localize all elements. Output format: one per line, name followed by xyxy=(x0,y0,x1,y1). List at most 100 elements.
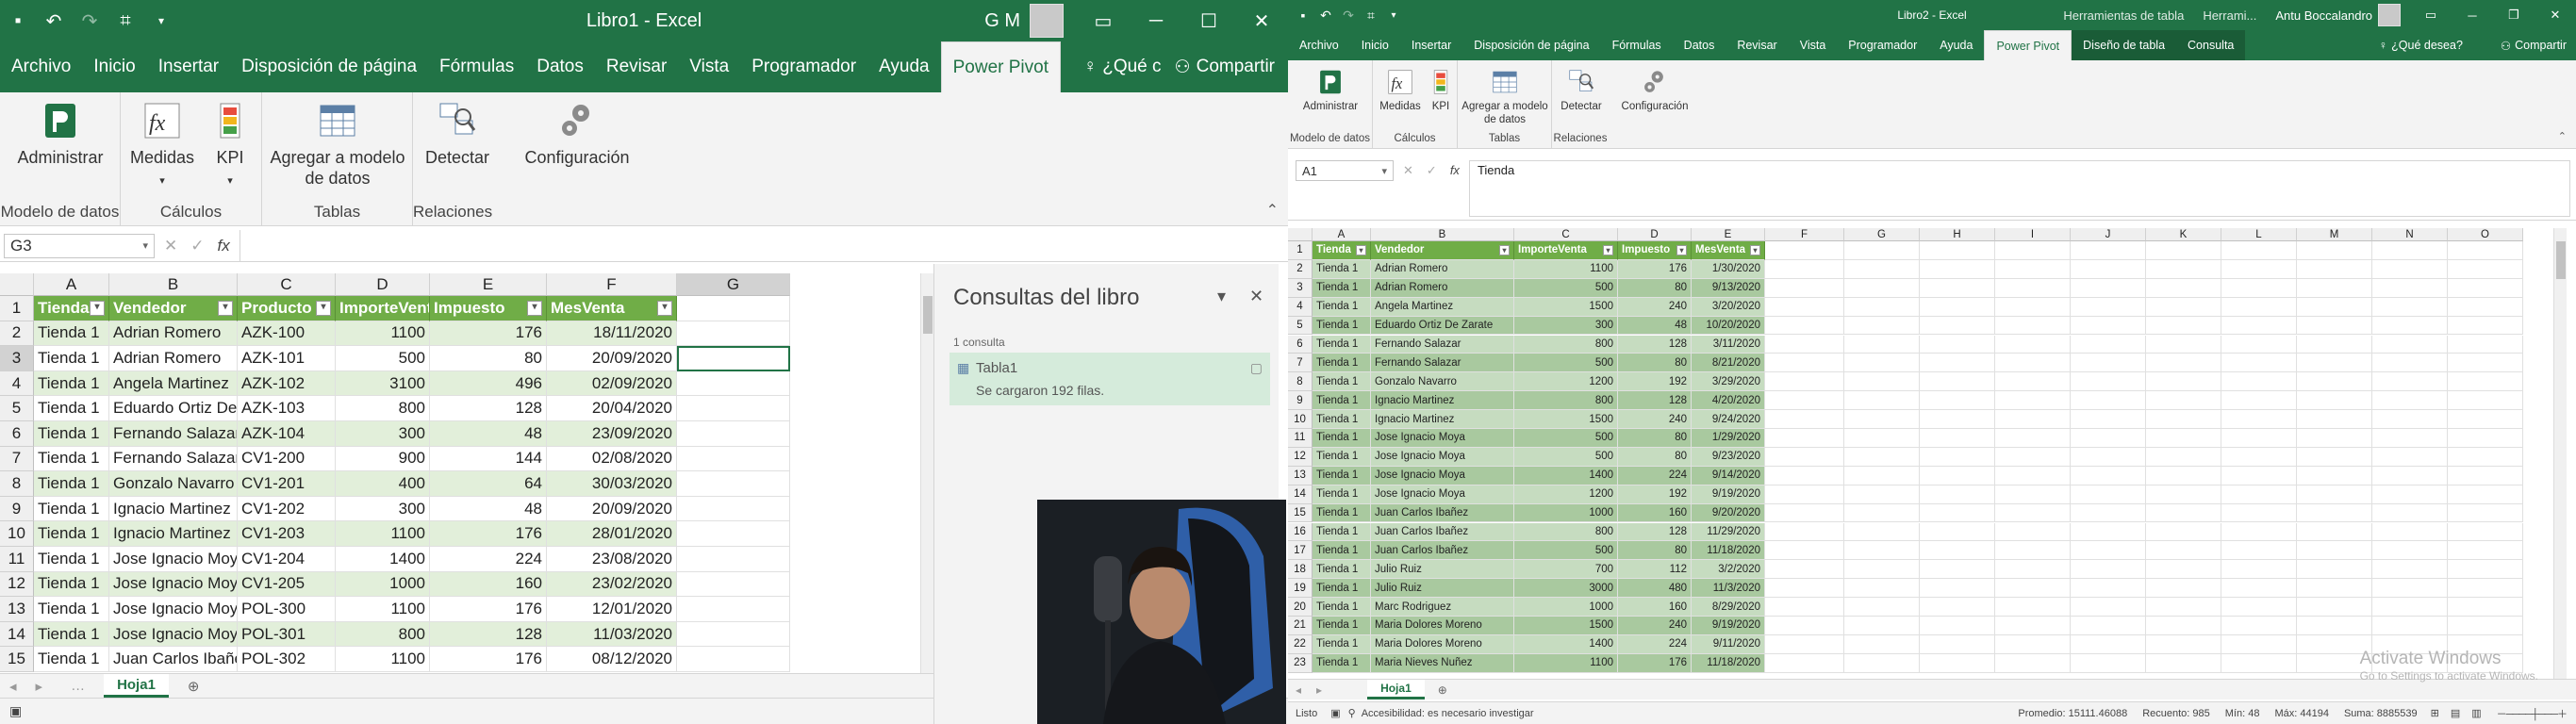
table-cell[interactable] xyxy=(677,647,790,672)
table-cell[interactable] xyxy=(1920,297,1995,317)
table-cell[interactable]: 176 xyxy=(1618,653,1692,673)
table-cell[interactable]: Tienda 1 xyxy=(34,547,109,572)
table-cell[interactable]: 1200 xyxy=(1514,372,1618,392)
table-cell[interactable] xyxy=(2221,598,2297,617)
table-cell[interactable] xyxy=(1920,410,1995,429)
table-cell[interactable] xyxy=(1995,354,2071,373)
table-cell[interactable]: 1100 xyxy=(336,521,430,547)
prev-sheet-icon[interactable]: ◂ xyxy=(0,678,26,695)
table-cell[interactable]: 400 xyxy=(336,471,430,497)
table-cell[interactable] xyxy=(2071,617,2146,635)
table-cell[interactable]: Tienda 1 xyxy=(1313,653,1371,673)
table-cell[interactable]: 1000 xyxy=(336,571,430,598)
table-cell[interactable] xyxy=(1995,617,2071,635)
add-sheet-icon[interactable]: ⊕ xyxy=(1425,683,1461,697)
table-cell[interactable]: Eduardo Ortiz De Zarate xyxy=(1371,316,1514,336)
table-cell[interactable]: Jose Ignacio Moya xyxy=(109,547,238,572)
table-cell[interactable] xyxy=(2146,634,2221,654)
lightbulb-icon[interactable]: ♀ xyxy=(1078,57,1102,77)
table-cell[interactable]: 80 xyxy=(430,346,547,371)
table-cell[interactable]: Angela Martinez xyxy=(1371,297,1514,317)
table-cell[interactable]: AZK-100 xyxy=(238,321,336,347)
table-cell[interactable]: 900 xyxy=(336,446,430,472)
table-cell[interactable] xyxy=(2221,391,2297,411)
table-cell[interactable]: Tienda 1 xyxy=(1313,466,1371,485)
save-icon[interactable]: ▪ xyxy=(1292,8,1314,23)
column-header-c[interactable]: C xyxy=(238,273,336,296)
table-cell[interactable]: 9/24/2020 xyxy=(1692,410,1765,429)
formula-input[interactable] xyxy=(239,230,1288,261)
table-cell[interactable] xyxy=(2448,354,2523,373)
tab-inicio[interactable]: Inicio xyxy=(1350,30,1400,60)
table-cell[interactable]: 80 xyxy=(1618,541,1692,561)
table-cell[interactable] xyxy=(1844,617,1920,635)
table-cell[interactable]: 10/20/2020 xyxy=(1692,316,1765,336)
camera-icon[interactable]: ⌗ xyxy=(107,10,143,32)
table-cell[interactable]: 1500 xyxy=(1514,297,1618,317)
tab-inicio[interactable]: Inicio xyxy=(82,41,146,92)
table-cell[interactable] xyxy=(1920,634,1995,654)
add-sheet-icon[interactable]: ⊕ xyxy=(169,678,219,695)
table-cell[interactable]: 02/09/2020 xyxy=(547,370,677,397)
row-header[interactable]: 13 xyxy=(1288,466,1313,485)
table-cell[interactable] xyxy=(1920,354,1995,373)
column-header-f[interactable]: F xyxy=(547,273,677,296)
enter-icon[interactable]: ✓ xyxy=(1427,163,1437,178)
row-header[interactable]: 5 xyxy=(1288,316,1313,336)
table-cell[interactable]: 1500 xyxy=(1514,617,1618,635)
table-cell[interactable]: CV1-201 xyxy=(238,471,336,497)
table-cell[interactable] xyxy=(1765,466,1844,485)
table-cell[interactable]: 11/03/2020 xyxy=(547,621,677,648)
table-cell[interactable] xyxy=(2071,560,2146,580)
table-cell[interactable] xyxy=(2448,522,2523,542)
table-cell[interactable]: 800 xyxy=(336,621,430,648)
table-cell[interactable] xyxy=(1765,354,1844,373)
table-cell[interactable] xyxy=(2146,335,2221,354)
table-cell[interactable] xyxy=(1995,447,2071,467)
table-cell[interactable]: 3/29/2020 xyxy=(1692,372,1765,392)
table-cell[interactable] xyxy=(2372,372,2448,392)
vertical-scrollbar[interactable] xyxy=(920,273,933,673)
table-cell[interactable] xyxy=(2297,259,2372,279)
table-cell[interactable]: AZK-103 xyxy=(238,396,336,421)
pane-options-icon[interactable]: ▾ xyxy=(1217,287,1226,306)
table-cell[interactable] xyxy=(2297,335,2372,354)
table-cell[interactable]: 9/13/2020 xyxy=(1692,278,1765,298)
cancel-icon[interactable]: ✕ xyxy=(164,237,177,255)
table-cell[interactable] xyxy=(677,370,790,397)
table-cell[interactable] xyxy=(1765,634,1844,654)
table-header-cell[interactable]: Tienda ▾ xyxy=(1313,241,1371,260)
table-cell[interactable]: 500 xyxy=(1514,541,1618,561)
table-cell[interactable]: Tienda 1 xyxy=(1313,485,1371,504)
table-cell[interactable]: 500 xyxy=(1514,447,1618,467)
table-cell[interactable]: Adrian Romero xyxy=(109,346,238,371)
table-cell[interactable] xyxy=(2448,447,2523,467)
table-cell[interactable]: 500 xyxy=(1514,354,1618,373)
filter-dropdown-icon[interactable]: ▾ xyxy=(218,300,233,316)
table-cell[interactable] xyxy=(2146,466,2221,485)
table-cell[interactable]: 11/18/2020 xyxy=(1692,541,1765,561)
table-cell[interactable]: 224 xyxy=(1618,466,1692,485)
table-cell[interactable]: Tienda 1 xyxy=(1313,579,1371,599)
table-cell[interactable]: 3/11/2020 xyxy=(1692,335,1765,354)
row-header[interactable]: 14 xyxy=(1288,485,1313,504)
table-cell[interactable]: 1400 xyxy=(1514,466,1618,485)
table-cell[interactable] xyxy=(2448,617,2523,635)
ribbon-display-icon[interactable]: ▭ xyxy=(1077,9,1130,33)
share-icon[interactable]: ⚇ xyxy=(1175,57,1191,78)
table-cell[interactable] xyxy=(1995,503,2071,523)
table-cell[interactable]: Tienda 1 xyxy=(1313,447,1371,467)
table-cell[interactable]: 1400 xyxy=(1514,634,1618,654)
tab-datos[interactable]: Datos xyxy=(1673,30,1726,60)
table-cell[interactable]: Jose Ignacio Moya xyxy=(1371,485,1514,504)
table-cell[interactable] xyxy=(1765,485,1844,504)
minimize-icon[interactable]: ─ xyxy=(1130,10,1182,32)
collapse-ribbon-icon[interactable]: ⌃ xyxy=(1266,201,1279,220)
table-cell[interactable]: AZK-102 xyxy=(238,370,336,397)
tab-vista[interactable]: Vista xyxy=(678,41,740,92)
table-cell[interactable] xyxy=(1920,485,1995,504)
table-cell[interactable]: Maria Dolores Moreno xyxy=(1371,617,1514,635)
table-cell[interactable]: 224 xyxy=(430,547,547,572)
table-cell[interactable] xyxy=(2372,335,2448,354)
table-cell[interactable] xyxy=(2297,579,2372,599)
